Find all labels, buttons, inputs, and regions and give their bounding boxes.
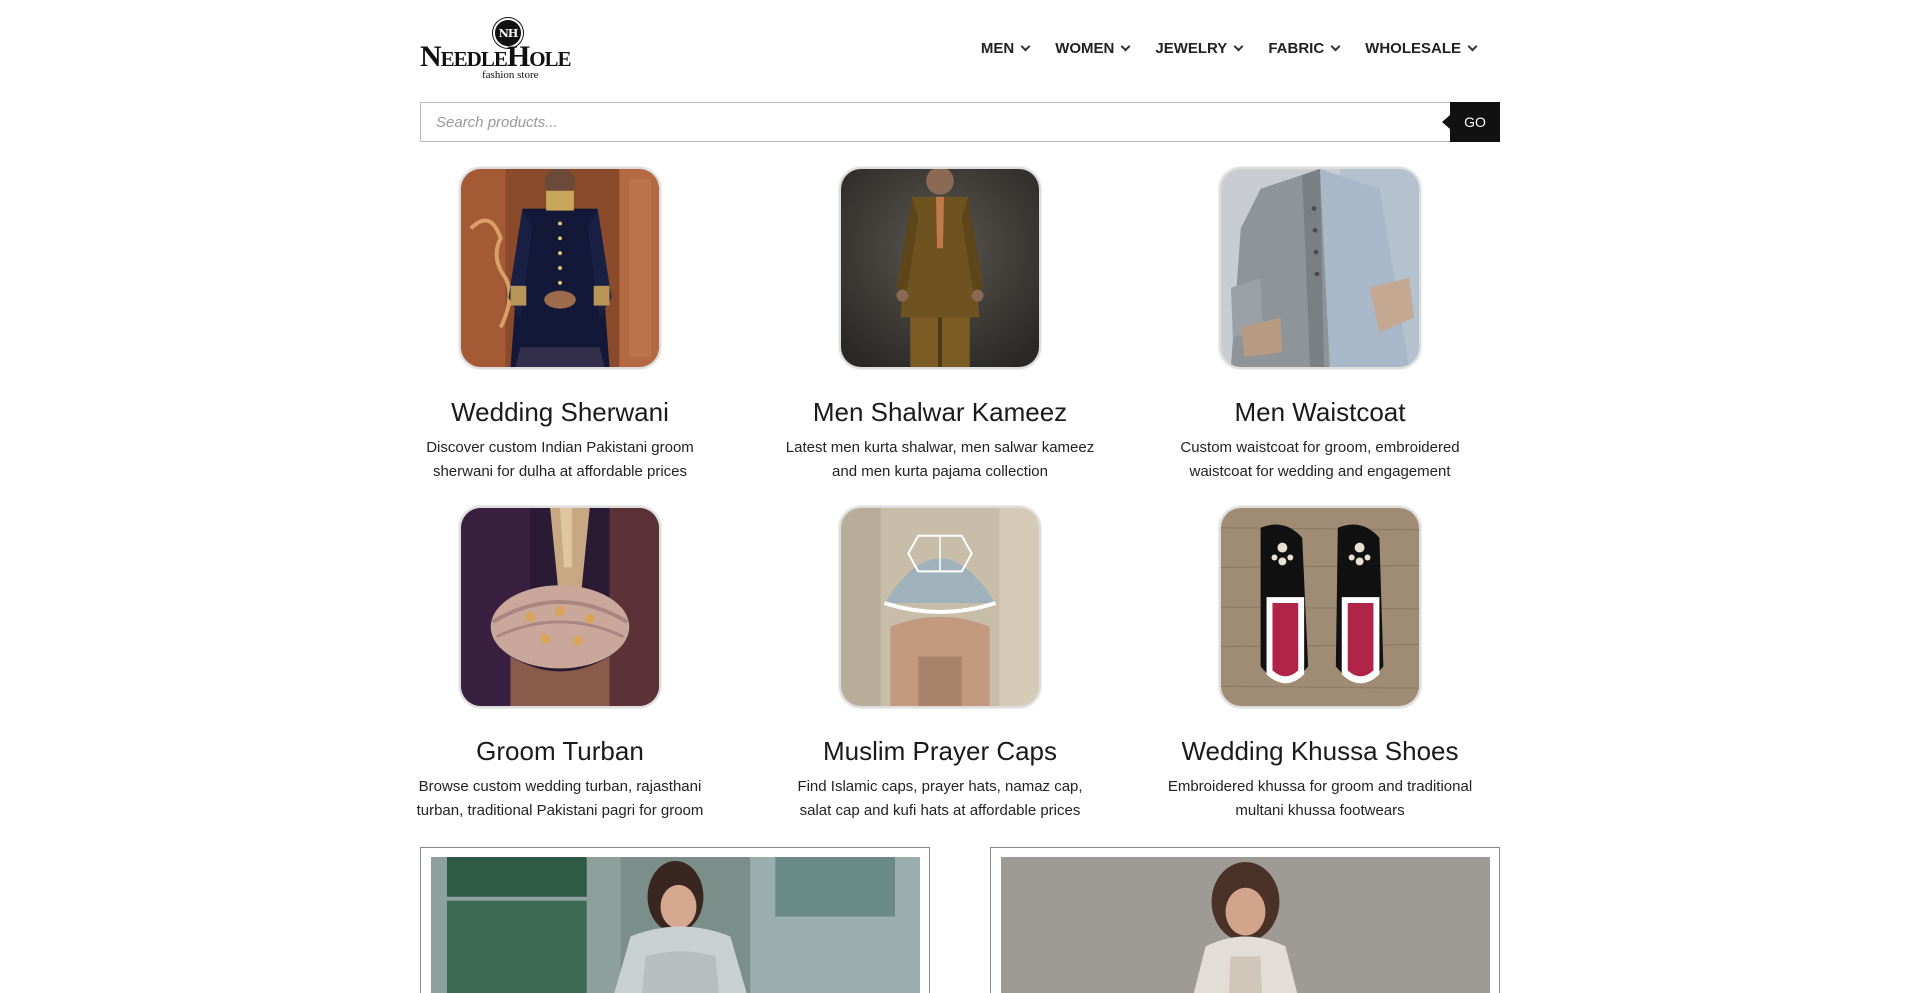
nav-label: JEWELRY — [1155, 40, 1228, 57]
category-description: Discover custom Indian Pakistani groom s… — [426, 439, 694, 480]
category-description: Browse custom wedding turban, rajasthani… — [416, 778, 704, 819]
banner-image-bridal-left — [431, 857, 920, 993]
category-image-groom-turban[interactable] — [459, 506, 661, 708]
category-card-men-waistcoat: Men Waistcoat Custom waistcoat for groom… — [1160, 166, 1480, 505]
category-image-muslim-prayer-caps[interactable] — [839, 506, 1041, 708]
search-input[interactable] — [421, 103, 1450, 141]
nav-label: MEN — [980, 40, 1015, 57]
category-title[interactable]: Men Shalwar Kameez — [813, 397, 1067, 428]
category-description: Latest men kurta shalwar, men salwar kam… — [785, 439, 1095, 480]
category-title[interactable]: Men Waistcoat — [1235, 397, 1406, 428]
category-description: Custom waistcoat for groom, embroidered … — [1180, 439, 1460, 480]
nav-item-jewelry[interactable]: JEWELRY — [1155, 40, 1244, 57]
nav-label: WOMEN — [1055, 40, 1115, 57]
nav-label: WHOLESALE — [1365, 40, 1461, 57]
category-title[interactable]: Wedding Khussa Shoes — [1181, 736, 1458, 767]
site-logo[interactable]: NH NeedleHole fashion store — [420, 14, 610, 82]
category-card-wedding-khussa-shoes: Wedding Khussa Shoes Embroidered khussa … — [1160, 505, 1480, 844]
nav-item-women[interactable]: WOMEN — [1055, 40, 1131, 57]
chevron-down-icon — [1330, 41, 1341, 52]
category-card-groom-turban: Groom Turban Browse custom wedding turba… — [400, 505, 720, 844]
site-header: NH NeedleHole fashion store MEN WOMEN JE… — [420, 14, 1500, 84]
main-nav: MEN WOMEN JEWELRY FABRIC WHOLESALE — [980, 40, 1478, 57]
chevron-down-icon — [1120, 41, 1131, 52]
category-image-wedding-khussa-shoes[interactable] — [1219, 506, 1421, 708]
promo-banner-right[interactable] — [990, 847, 1500, 993]
category-image-men-waistcoat[interactable] — [1219, 167, 1421, 369]
category-title[interactable]: Groom Turban — [476, 736, 644, 767]
promo-banner-left[interactable] — [420, 847, 930, 993]
category-description: Embroidered khussa for groom and traditi… — [1167, 778, 1473, 819]
logo-tagline: fashion store — [482, 69, 539, 81]
category-grid: Wedding Sherwani Discover custom Indian … — [400, 166, 1540, 844]
category-card-wedding-sherwani: Wedding Sherwani Discover custom Indian … — [400, 166, 720, 505]
chevron-down-icon — [1020, 41, 1031, 52]
category-title[interactable]: Wedding Sherwani — [451, 397, 669, 428]
category-card-muslim-prayer-caps: Muslim Prayer Caps Find Islamic caps, pr… — [780, 505, 1100, 844]
banner-image-bridal-right — [1001, 857, 1490, 993]
category-title[interactable]: Muslim Prayer Caps — [823, 736, 1057, 767]
category-card-men-shalwar-kameez: Men Shalwar Kameez Latest men kurta shal… — [780, 166, 1100, 505]
category-image-men-shalwar-kameez[interactable] — [839, 167, 1041, 369]
category-description: Find Islamic caps, prayer hats, namaz ca… — [797, 778, 1083, 819]
chevron-down-icon — [1467, 41, 1478, 52]
search-go-button[interactable]: GO — [1442, 102, 1500, 142]
nav-item-men[interactable]: MEN — [980, 40, 1031, 57]
product-search: GO — [420, 102, 1500, 142]
logo-badge-text: NH — [498, 26, 518, 40]
nav-item-wholesale[interactable]: WHOLESALE — [1365, 40, 1478, 57]
nav-item-fabric[interactable]: FABRIC — [1268, 40, 1341, 57]
category-image-wedding-sherwani[interactable] — [459, 167, 661, 369]
nav-label: FABRIC — [1268, 40, 1325, 57]
chevron-down-icon — [1233, 41, 1244, 52]
